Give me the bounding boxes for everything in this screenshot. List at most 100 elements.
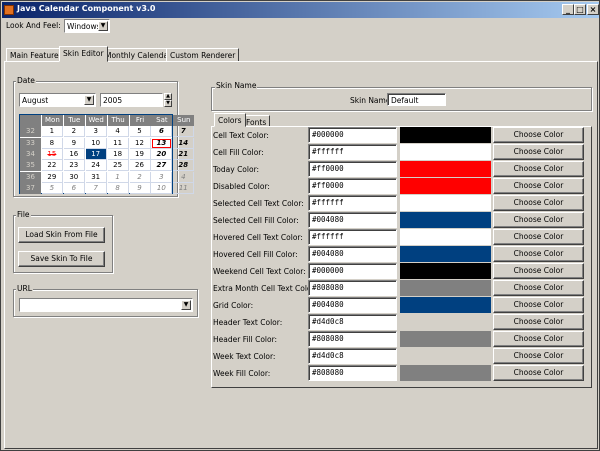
calendar-day[interactable]: 20 <box>151 148 173 160</box>
calendar-day[interactable]: 4 <box>107 126 129 138</box>
choose-color-button[interactable]: Choose Color <box>493 127 584 143</box>
color-row-label: Disabled Color: <box>213 182 270 191</box>
calendar-day[interactable]: 28 <box>173 160 195 172</box>
calendar-day[interactable]: 22 <box>41 160 63 172</box>
laf-combo[interactable]: Windows ▼ <box>64 19 110 33</box>
calendar-day[interactable]: 31 <box>85 171 107 183</box>
calendar-day[interactable]: 15 <box>41 148 63 160</box>
calendar-day[interactable]: 8 <box>107 182 129 194</box>
color-row-label: Cell Text Color: <box>213 131 269 140</box>
choose-color-button[interactable]: Choose Color <box>493 246 584 262</box>
calendar-day[interactable]: 24 <box>85 160 107 172</box>
calendar-day[interactable]: 11 <box>173 182 195 194</box>
tab-main-features[interactable]: Main Features <box>6 48 67 62</box>
color-value-input[interactable]: #ffffff <box>308 229 397 245</box>
chevron-down-icon[interactable]: ▼ <box>181 300 191 310</box>
calendar-day[interactable]: 14 <box>173 137 195 149</box>
choose-color-button[interactable]: Choose Color <box>493 263 584 279</box>
calendar-day[interactable]: 18 <box>107 148 129 160</box>
calendar-day[interactable]: 6 <box>151 126 173 138</box>
laf-value: Windows <box>67 22 101 31</box>
close-button[interactable]: × <box>587 4 599 15</box>
color-value-input[interactable]: #004080 <box>308 246 397 262</box>
choose-color-button[interactable]: Choose Color <box>493 212 584 228</box>
calendar-day[interactable]: 23 <box>63 160 85 172</box>
tab-colors[interactable]: Colors <box>214 113 246 127</box>
choose-color-button[interactable]: Choose Color <box>493 348 584 364</box>
calendar-day[interactable]: 2 <box>63 126 85 138</box>
color-value-input[interactable]: #808080 <box>308 280 397 296</box>
calendar-day[interactable]: 29 <box>41 171 63 183</box>
year-field[interactable]: 2005 <box>100 93 163 107</box>
color-value-input[interactable]: #ff0000 <box>308 178 397 194</box>
calendar-day[interactable]: 3 <box>85 126 107 138</box>
year-up-icon[interactable]: ▲ <box>164 93 172 100</box>
java-app-icon <box>4 5 14 15</box>
month-combo[interactable]: August ▼ <box>19 93 96 107</box>
calendar-day[interactable]: 5 <box>41 182 63 194</box>
calendar-day[interactable]: 4 <box>173 171 195 183</box>
tab-monthly-calendar[interactable]: Monthly Calendar <box>101 48 176 62</box>
load-skin-button[interactable]: Load Skin From File <box>18 227 105 243</box>
calendar-day[interactable]: 9 <box>129 182 151 194</box>
color-value-input[interactable]: #808080 <box>308 365 397 381</box>
maximize-button[interactable]: □ <box>574 4 586 15</box>
skin-name-input[interactable]: Default <box>387 93 446 106</box>
choose-color-button[interactable]: Choose Color <box>493 178 584 194</box>
color-value-input[interactable]: #004080 <box>308 212 397 228</box>
choose-color-button[interactable]: Choose Color <box>493 365 584 381</box>
title-bar[interactable]: Java Calendar Component v3.0 _ □ × <box>2 2 599 18</box>
choose-color-button[interactable]: Choose Color <box>493 280 584 296</box>
window-title: Java Calendar Component v3.0 <box>17 4 156 13</box>
week-number: 33 <box>20 137 41 149</box>
color-value-input[interactable]: #ffffff <box>308 144 397 160</box>
choose-color-button[interactable]: Choose Color <box>493 195 584 211</box>
calendar-day[interactable]: 19 <box>129 148 151 160</box>
url-combo[interactable]: ▼ <box>19 298 193 312</box>
choose-color-button[interactable]: Choose Color <box>493 331 584 347</box>
calendar-day[interactable]: 5 <box>129 126 151 138</box>
calendar-day[interactable]: 16 <box>63 148 85 160</box>
calendar-day[interactable]: 12 <box>129 137 151 149</box>
color-value-input[interactable]: #000000 <box>308 127 397 143</box>
calendar-day[interactable]: 26 <box>129 160 151 172</box>
calendar-day[interactable]: 21 <box>173 148 195 160</box>
calendar-day[interactable]: 6 <box>63 182 85 194</box>
color-value-input[interactable]: #d4d0c8 <box>308 348 397 364</box>
calendar-day[interactable]: 27 <box>151 160 173 172</box>
calendar-day[interactable]: 13 <box>151 137 173 149</box>
choose-color-button[interactable]: Choose Color <box>493 297 584 313</box>
color-value-input[interactable]: #000000 <box>308 263 397 279</box>
color-value-input[interactable]: #004080 <box>308 297 397 313</box>
calendar-day[interactable]: 25 <box>107 160 129 172</box>
calendar-day[interactable]: 17 <box>85 148 107 160</box>
calendar-day[interactable]: 1 <box>107 171 129 183</box>
year-down-icon[interactable]: ▼ <box>164 100 172 107</box>
choose-color-button[interactable]: Choose Color <box>493 229 584 245</box>
calendar-day[interactable]: 7 <box>173 126 195 138</box>
save-skin-button[interactable]: Save Skin To File <box>18 251 105 267</box>
choose-color-button[interactable]: Choose Color <box>493 144 584 160</box>
calendar-day[interactable]: 11 <box>107 137 129 149</box>
minimize-button[interactable]: _ <box>562 4 574 15</box>
calendar-day[interactable]: 7 <box>85 182 107 194</box>
calendar-day[interactable]: 10 <box>151 182 173 194</box>
calendar-day[interactable]: 9 <box>63 137 85 149</box>
calendar-day[interactable]: 10 <box>85 137 107 149</box>
choose-color-button[interactable]: Choose Color <box>493 161 584 177</box>
color-value-input[interactable]: #ff0000 <box>308 161 397 177</box>
calendar-day[interactable]: 1 <box>41 126 63 138</box>
tab-custom-renderer[interactable]: Custom Renderer <box>166 48 240 62</box>
chevron-down-icon[interactable]: ▼ <box>98 21 108 31</box>
color-value-input[interactable]: #808080 <box>308 331 397 347</box>
choose-color-button[interactable]: Choose Color <box>493 314 584 330</box>
calendar-day[interactable]: 8 <box>41 137 63 149</box>
chevron-down-icon[interactable]: ▼ <box>84 95 94 105</box>
color-value-input[interactable]: #ffffff <box>308 195 397 211</box>
calendar-day[interactable]: 30 <box>63 171 85 183</box>
color-swatch <box>400 229 491 245</box>
tab-skin-editor[interactable]: Skin Editor <box>59 46 108 62</box>
calendar-day[interactable]: 2 <box>129 171 151 183</box>
calendar-day[interactable]: 3 <box>151 171 173 183</box>
color-value-input[interactable]: #d4d0c8 <box>308 314 397 330</box>
